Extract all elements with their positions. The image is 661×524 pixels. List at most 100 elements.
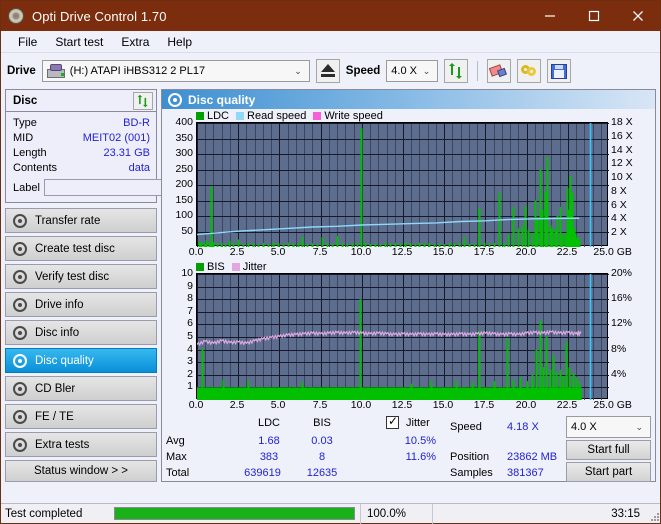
x-tick-label: 17.5 — [473, 399, 495, 411]
stats-ldc-total: 639619 — [244, 467, 281, 479]
stats-row-label-max: Max — [166, 451, 187, 463]
sidebar-item-drive-info[interactable]: Drive info — [5, 292, 157, 317]
minimize-icon[interactable] — [528, 1, 572, 31]
status-text: Test completed — [5, 507, 83, 520]
y-tick-label: 200 — [175, 178, 193, 190]
chevron-down-icon: ⌄ — [422, 65, 431, 76]
chevron-down-icon: ⌄ — [635, 421, 643, 432]
disc-row-key: Contents — [13, 161, 58, 174]
y-tick-label: 9 — [187, 279, 193, 292]
erase-button[interactable] — [487, 59, 512, 83]
sidebar-nav: Transfer rate Create test disc Verify te… — [5, 208, 157, 457]
disc-icon — [7, 7, 25, 25]
resize-grip-icon[interactable] — [646, 504, 660, 524]
speed-select[interactable]: 4.0 X ⌄ — [386, 60, 439, 82]
sidebar-item-cd-bler[interactable]: CD Bler — [5, 376, 157, 401]
sidebar-item-disc-quality[interactable]: Disc quality — [5, 348, 157, 373]
bottom-chart[interactable]: 1 2 3 4 5 6 7 8 9 10 4% 8% 12% 16% 20% 0.0 2.5 5.0 7.5 10… — [162, 267, 655, 413]
panel-header: Disc quality — [162, 90, 655, 109]
burn-icon — [13, 297, 27, 312]
sidebar-item-verify-test-disc[interactable]: Verify test disc — [5, 264, 157, 289]
speed-select-value: 4.0 X — [391, 65, 417, 77]
drive-select[interactable]: (H:) ATAPI iHBS312 2 PL17 ⌄ — [41, 60, 310, 82]
sidebar-item-transfer-rate[interactable]: Transfer rate — [5, 208, 157, 233]
eject-button[interactable] — [315, 59, 340, 83]
menu-start-test[interactable]: Start test — [46, 33, 112, 51]
legend-read-speed: Read speed — [236, 110, 306, 122]
top-chart-plot — [196, 122, 609, 247]
burn-icon — [13, 353, 27, 368]
stats-bis-max: 8 — [318, 451, 326, 463]
sidebar-item-extra-tests[interactable]: Extra tests — [5, 432, 157, 457]
test-speed-select[interactable]: 4.0 X ⌄ — [566, 416, 651, 438]
y2-tick-label: 14 X — [611, 143, 633, 156]
y2-tick-label: 12 X — [611, 157, 633, 170]
maximize-icon[interactable] — [572, 1, 616, 31]
y-tick-label: 300 — [175, 147, 193, 159]
start-part-button[interactable]: Start part — [566, 462, 651, 482]
menu-extra[interactable]: Extra — [112, 33, 158, 51]
burn-icon — [13, 409, 27, 424]
disc-row-value: MEIT02 (001) — [82, 131, 150, 144]
eject-icon — [320, 64, 336, 78]
top-chart-x-axis: 0.0 2.5 5.0 7.5 10.0 12.5 15.0 17.5 20.0 22.5 25.0… — [189, 246, 648, 260]
x-tick-label: 12.5 — [391, 246, 413, 258]
y-tick-label: 6 — [187, 317, 193, 330]
y2-tick-label: 10 X — [611, 171, 633, 184]
y-tick-label: 7 — [187, 304, 193, 317]
status-window-button[interactable]: Status window > > — [5, 460, 157, 482]
top-chart[interactable]: 50 100 150 200 250 300 350 400 2 X4 X6 X8 X 10 X… — [162, 116, 655, 260]
save-button[interactable] — [547, 59, 572, 83]
menu-file[interactable]: File — [9, 33, 46, 51]
start-full-button[interactable]: Start full — [566, 440, 651, 460]
y-tick-label: 8 — [187, 292, 193, 305]
y2-tick-label: 16 X — [611, 129, 633, 142]
y-tick-label: 4 — [187, 342, 193, 355]
stats-jitter-avg: 10.5% — [404, 435, 436, 447]
burn-icon — [13, 213, 27, 228]
x-tick-label: 12.5 — [391, 399, 413, 411]
sidebar-item-fe-te[interactable]: FE / TE — [5, 404, 157, 429]
main-area: Disc Type BD-R MID MEIT02 (001) Length 2… — [1, 89, 660, 482]
disc-refresh-button[interactable] — [133, 91, 153, 110]
sidebar: Disc Type BD-R MID MEIT02 (001) Length 2… — [5, 89, 249, 482]
top-chart-legend: LDC Read speed Write speed — [162, 109, 655, 122]
y-tick-label: 3 — [187, 355, 193, 368]
close-icon[interactable] — [616, 1, 660, 31]
sidebar-item-label: Drive info — [35, 298, 84, 311]
position-label: Position — [450, 451, 490, 463]
x-tick-label: 0.0 — [188, 399, 204, 411]
sidebar-item-disc-info[interactable]: Disc info — [5, 320, 157, 345]
disc-info-header: Disc — [6, 90, 156, 112]
samples-value: 381367 — [507, 467, 544, 479]
x-tick-label: 22.5 — [556, 246, 578, 258]
legend-bis: BIS — [196, 261, 225, 273]
x-tick-label: 20.0 — [515, 246, 537, 258]
stats-header-ldc: LDC — [257, 417, 280, 429]
key-icon — [520, 64, 538, 78]
burn-icon — [13, 381, 27, 396]
x-tick-label: 17.5 — [473, 246, 495, 258]
x-tick-label: 7.5 — [312, 399, 328, 411]
menu-help[interactable]: Help — [158, 33, 201, 51]
jitter-checkbox[interactable] — [386, 414, 399, 430]
burn-icon — [13, 437, 27, 452]
y-tick-label: 400 — [175, 116, 193, 128]
disc-row-length: Length 23.31 GB — [13, 145, 150, 160]
bottom-chart-y-axis: 1 2 3 4 5 6 7 8 9 10 — [162, 267, 193, 399]
key-button[interactable] — [517, 59, 542, 83]
top-chart-y-axis: 50 100 150 200 250 300 350 400 — [162, 116, 193, 246]
sidebar-item-create-test-disc[interactable]: Create test disc — [5, 236, 157, 261]
stats-ldc-avg: 1.68 — [258, 435, 280, 447]
stats-bis-total: 12635 — [306, 467, 338, 479]
disc-row-value: data — [128, 161, 150, 174]
refresh-button[interactable] — [444, 59, 469, 83]
burn-icon — [168, 92, 182, 107]
stats-header-bis: BIS — [313, 417, 331, 429]
toolbar-divider — [477, 61, 479, 81]
speed-stat-label: Speed — [450, 421, 482, 433]
x-tick-label: 0.0 — [188, 246, 204, 258]
x-tick-label: 20.0 — [515, 399, 537, 411]
sidebar-item-label: Create test disc — [35, 242, 115, 255]
disc-row-key: MID — [13, 131, 34, 144]
